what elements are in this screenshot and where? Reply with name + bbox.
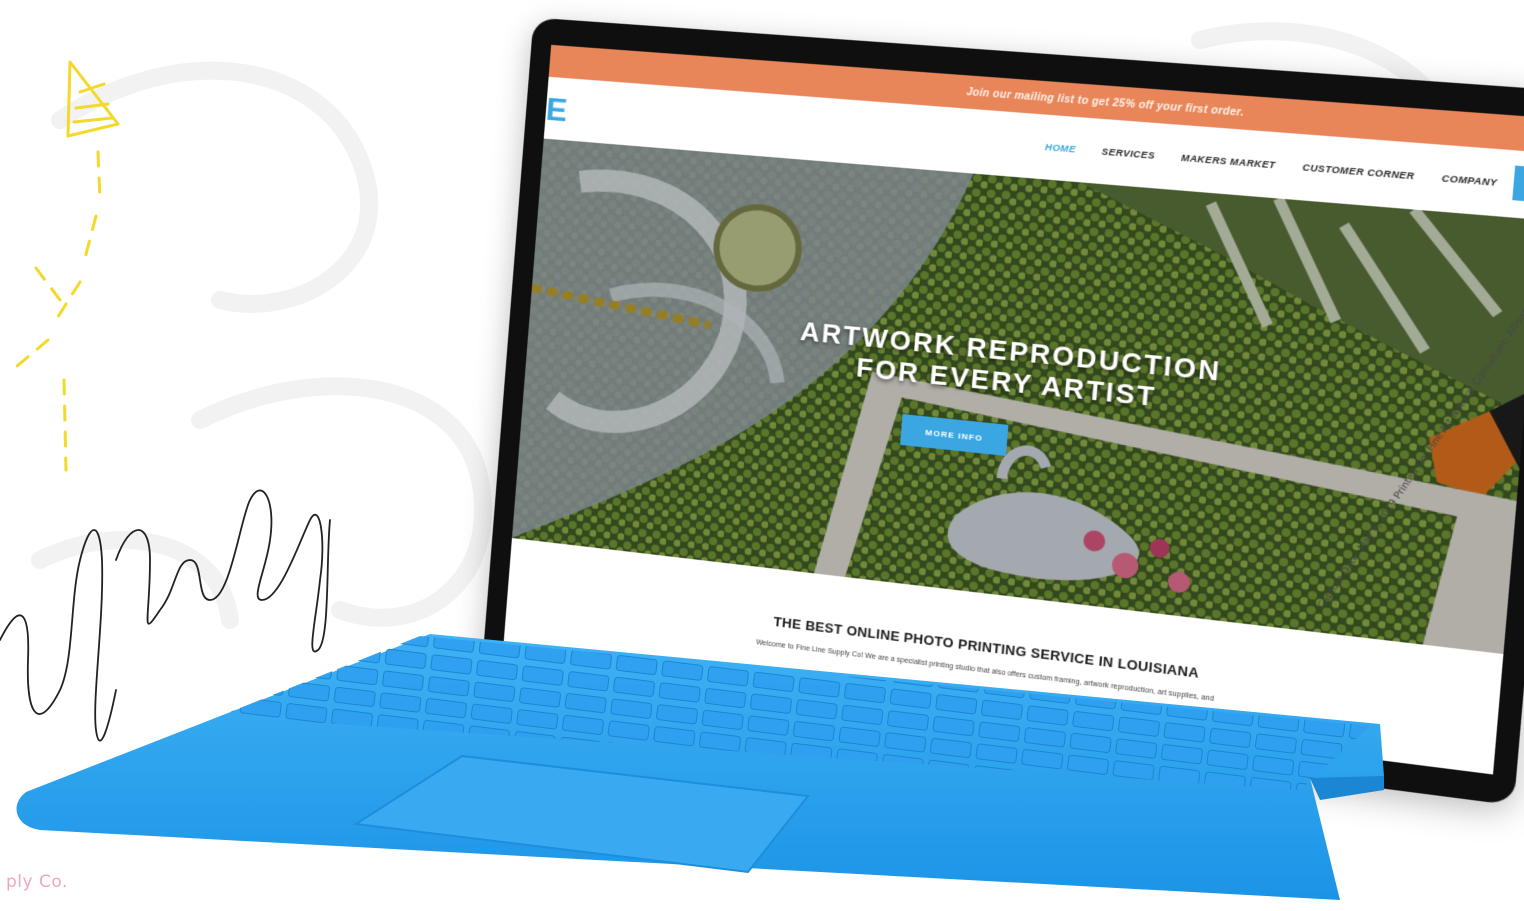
nav-item-services[interactable]: SERVICES <box>1101 146 1155 161</box>
nav-item-customer-corner[interactable]: CUSTOMER CORNER <box>1302 162 1415 181</box>
hero-banner: Capture Date: May 6, 2019 Printed On: Fi… <box>512 139 1524 654</box>
nav-cta-button[interactable] <box>1512 166 1524 203</box>
signature-handwriting <box>0 490 330 740</box>
tablet-screen: Join our mailing list to get 25% off you… <box>503 45 1524 775</box>
nav-item-company[interactable]: COMPANY <box>1441 173 1497 188</box>
nav-item-home[interactable]: HOME <box>1045 142 1077 155</box>
tablet-device: Join our mailing list to get 25% off you… <box>493 36 1524 758</box>
nav-item-makers-market[interactable]: MAKERS MARKET <box>1181 152 1276 170</box>
page-caption: ply Co. <box>6 872 68 892</box>
site-logo[interactable]: E <box>545 91 569 130</box>
